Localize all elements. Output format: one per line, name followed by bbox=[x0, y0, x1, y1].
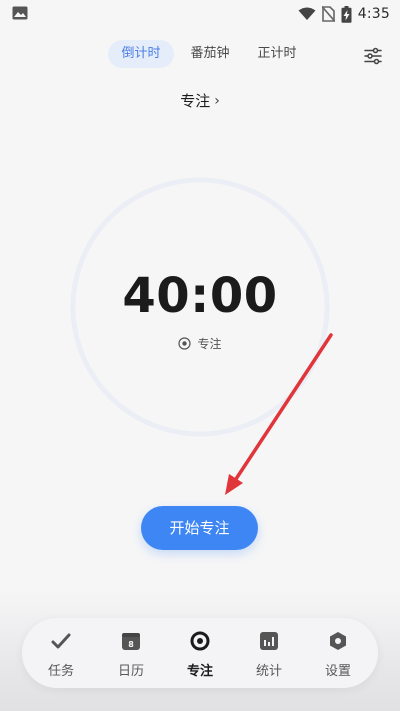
bottom-nav: 任务 8 日历 专注 统计 设置 bbox=[22, 618, 378, 688]
start-focus-button[interactable]: 开始专注 bbox=[141, 506, 258, 550]
calendar-day: 8 bbox=[128, 640, 134, 649]
nav-label-focus: 专注 bbox=[186, 664, 213, 679]
calendar-icon: 8 bbox=[122, 633, 140, 650]
nav-label-tasks: 任务 bbox=[47, 664, 74, 679]
nav-item-stats[interactable]: 统计 bbox=[240, 618, 298, 688]
sliders-icon[interactable] bbox=[364, 47, 382, 65]
timer-subtitle: 专注 bbox=[0, 335, 400, 352]
focus-target-icon bbox=[190, 631, 210, 651]
hexagon-settings-icon bbox=[330, 632, 346, 650]
nav-label-settings: 设置 bbox=[324, 664, 351, 679]
nav-label-calendar: 日历 bbox=[117, 664, 144, 679]
wifi-icon bbox=[298, 7, 316, 20]
nav-item-focus[interactable]: 专注 bbox=[171, 618, 229, 688]
nav-item-tasks[interactable]: 任务 bbox=[32, 618, 90, 688]
battery-charging-icon bbox=[341, 5, 352, 23]
status-time: 4:35 bbox=[357, 6, 390, 22]
mode-tabs: 倒计时 番茄钟 正计时 bbox=[0, 40, 400, 70]
status-bar: 4:35 bbox=[0, 0, 400, 28]
status-icons: 4:35 bbox=[298, 4, 390, 24]
nav-label-stats: 统计 bbox=[255, 664, 282, 679]
timer-display: 40:00 bbox=[122, 268, 278, 324]
nav-item-settings[interactable]: 设置 bbox=[309, 618, 367, 688]
tab-stopwatch[interactable]: 正计时 bbox=[250, 40, 304, 68]
check-icon bbox=[51, 633, 71, 649]
focus-task-selector[interactable]: 专注 › bbox=[0, 90, 400, 111]
no-sim-icon bbox=[321, 6, 335, 22]
bar-chart-icon bbox=[260, 632, 278, 650]
tab-pomodoro[interactable]: 番茄钟 bbox=[183, 40, 237, 68]
tab-countdown[interactable]: 倒计时 bbox=[108, 40, 174, 68]
image-icon bbox=[12, 6, 28, 20]
chevron-right-icon: › bbox=[214, 93, 220, 109]
target-icon bbox=[178, 337, 192, 350]
timer-subtitle-label: 专注 bbox=[197, 337, 222, 351]
focus-task-label: 专注 bbox=[180, 92, 211, 110]
nav-item-calendar[interactable]: 8 日历 bbox=[102, 618, 160, 688]
